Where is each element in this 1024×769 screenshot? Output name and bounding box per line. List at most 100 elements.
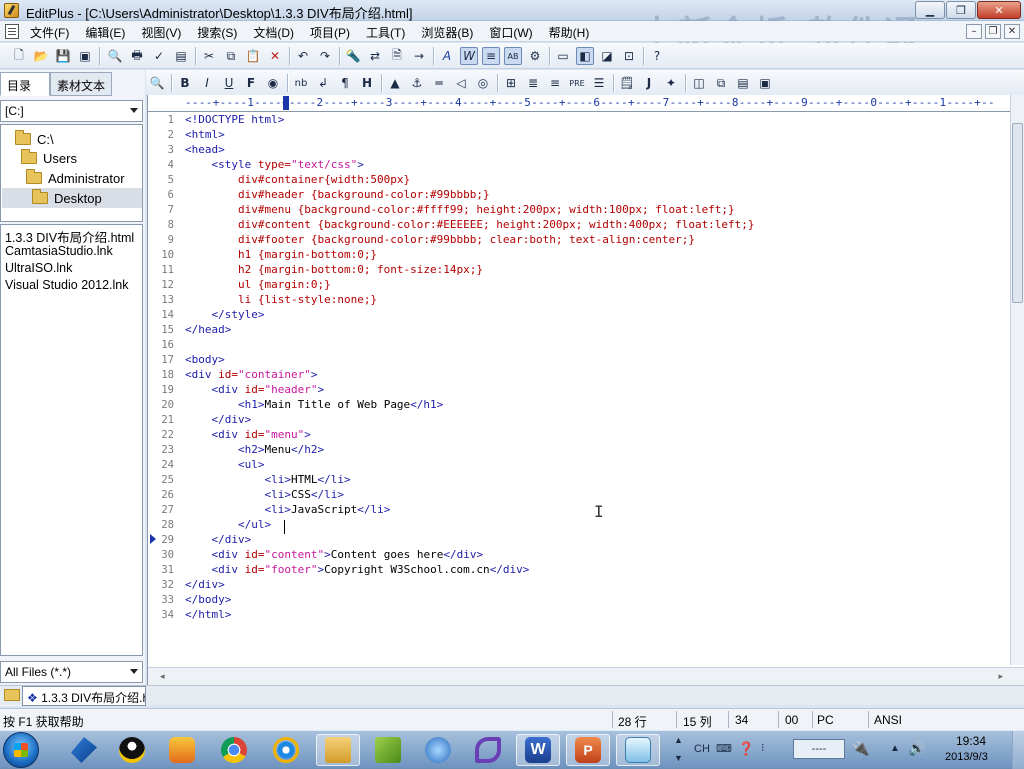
clock-time[interactable]: 19:34	[956, 734, 986, 748]
code-line[interactable]: div#header {background-color:#99bbbb;}	[185, 188, 490, 203]
menu-file[interactable]: 文件(F)	[22, 24, 77, 41]
code-line[interactable]: </style>	[185, 308, 265, 323]
code-line[interactable]: <li>HTML</li>	[185, 473, 350, 488]
folder-item-selected[interactable]: Desktop	[2, 188, 142, 208]
code-line[interactable]: h1 {margin-bottom:0;}	[185, 248, 377, 263]
delete-icon[interactable]: ✕	[266, 47, 284, 65]
open-folder-icon[interactable]: 📂	[32, 47, 50, 65]
pre-tag-icon[interactable]: PRE	[568, 74, 586, 92]
tray-down-icon[interactable]: ▼	[674, 753, 683, 763]
keyboard-icon[interactable]: ⌨	[716, 742, 732, 755]
menu-browser[interactable]: 浏览器(B)	[413, 24, 481, 41]
vertical-scrollbar[interactable]	[1010, 95, 1024, 665]
code-line[interactable]: <style type="text/css">	[185, 158, 364, 173]
html-preview-icon[interactable]: 🔍	[148, 74, 166, 92]
maximize-button[interactable]: ❐	[946, 1, 976, 19]
menu-project[interactable]: 项目(P)	[302, 24, 358, 41]
editplus-app-icon[interactable]	[4, 3, 19, 18]
drive-select[interactable]: [C:]	[0, 100, 143, 122]
form-icon[interactable]: 🗒	[618, 74, 636, 92]
doc-minimize-button[interactable]: –	[966, 24, 982, 39]
ruler-toggle-icon[interactable]: AB	[504, 47, 522, 65]
show-desktop-button[interactable]	[1012, 731, 1024, 769]
volume-icon[interactable]: 🔊	[908, 740, 925, 757]
doc-restore-button[interactable]: ❐	[985, 24, 1001, 39]
javascript-icon[interactable]: J	[640, 74, 658, 92]
menu-edit[interactable]: 编辑(E)	[77, 24, 133, 41]
help-icon[interactable]: ❓	[738, 741, 754, 757]
full-screen-icon[interactable]: ⊡	[620, 47, 638, 65]
code-line[interactable]: </div>	[185, 578, 225, 593]
code-line[interactable]: <head>	[185, 143, 225, 158]
code-line[interactable]: div#menu {background-color:#ffff99; heig…	[185, 203, 735, 218]
word-icon[interactable]: W	[516, 734, 560, 766]
align-center-icon[interactable]: ≣	[524, 74, 542, 92]
vertical-scroll-thumb[interactable]	[1012, 123, 1023, 303]
start-button[interactable]	[3, 732, 39, 768]
bold-icon[interactable]: B	[176, 74, 194, 92]
file-item[interactable]: Visual Studio 2012.lnk	[5, 278, 128, 295]
close-button[interactable]: ✕	[977, 1, 1021, 19]
status-encoding[interactable]: ANSI	[874, 713, 902, 727]
code-line[interactable]: </div>	[185, 413, 252, 428]
menu-search[interactable]: 搜索(S)	[189, 24, 245, 41]
tools-app-icon[interactable]	[366, 734, 410, 766]
code-line[interactable]: <h1>Main Title of Web Page</h1>	[185, 398, 443, 413]
cliptext-icon[interactable]: ▤	[172, 47, 190, 65]
code-line[interactable]: <!DOCTYPE html>	[185, 113, 284, 128]
word-wrap-icon[interactable]: W	[460, 47, 478, 65]
code-line[interactable]: div#container{width:500px}	[185, 173, 410, 188]
code-line[interactable]: </head>	[185, 323, 231, 338]
code-line[interactable]: <ul>	[185, 458, 265, 473]
code-line[interactable]: <div id="header">	[185, 383, 325, 398]
code-line[interactable]: li {list-style:none;}	[185, 293, 377, 308]
paragraph-icon[interactable]: ¶	[336, 74, 354, 92]
doc-close-button[interactable]: ✕	[1004, 24, 1020, 39]
folder-icon[interactable]	[4, 689, 20, 701]
menu-tools[interactable]: 工具(T)	[358, 24, 413, 41]
show-hidden-icons-icon[interactable]: ▲	[890, 743, 900, 754]
find-icon[interactable]: 🔦	[344, 47, 362, 65]
table-icon[interactable]: ⊞	[502, 74, 520, 92]
nbsp-icon[interactable]: nb	[292, 74, 310, 92]
goto-line-icon[interactable]: →	[410, 47, 428, 65]
special-char-icon[interactable]: ◎	[474, 74, 492, 92]
folder-item[interactable]: C:\	[15, 129, 54, 149]
color-icon[interactable]: ◉	[264, 74, 282, 92]
font-icon[interactable]: A	[438, 47, 456, 65]
minimize-button[interactable]: ▁	[915, 1, 945, 19]
tray-input-box[interactable]: ----	[793, 739, 845, 759]
clock-date[interactable]: 2013/9/3	[945, 751, 988, 763]
code-line[interactable]: </ul>	[185, 518, 271, 533]
tray-up-icon[interactable]: ▲	[674, 735, 683, 745]
comment-icon[interactable]: ◁	[452, 74, 470, 92]
power-plug-icon[interactable]: 🔌	[852, 740, 869, 757]
anchor-icon[interactable]: ⚓	[408, 74, 426, 92]
code-line[interactable]: </body>	[185, 593, 231, 608]
save-icon[interactable]: 💾	[54, 47, 72, 65]
line-break-icon[interactable]: ↲	[314, 74, 332, 92]
code-line[interactable]: <div id="footer">Copyright W3School.com.…	[185, 563, 530, 578]
language-indicator[interactable]: CH	[694, 743, 710, 755]
find-in-files-icon[interactable]: 🗎	[388, 47, 406, 65]
powerpoint-icon[interactable]: P	[566, 734, 610, 766]
menu-view[interactable]: 视图(V)	[133, 24, 189, 41]
copy-icon[interactable]: ⧉	[222, 47, 240, 65]
redo-icon[interactable]: ↷	[316, 47, 334, 65]
cut-icon[interactable]: ✂	[200, 47, 218, 65]
network-app-icon[interactable]	[416, 734, 460, 766]
file-filter-select[interactable]: All Files (*.*)	[0, 661, 143, 683]
settings-small-icon[interactable]: ⁝	[761, 741, 765, 754]
code-line[interactable]: <div id="content">Content goes here</div…	[185, 548, 484, 563]
qq-icon[interactable]	[110, 734, 154, 766]
frame-icon[interactable]: ◫	[690, 74, 708, 92]
code-line[interactable]: <li>CSS</li>	[185, 488, 344, 503]
tab-cliptext[interactable]: 素材文本	[50, 72, 112, 96]
spellcheck-icon[interactable]: ✓	[150, 47, 168, 65]
bird-app-icon[interactable]	[62, 734, 106, 766]
file-item[interactable]: UltraISO.lnk	[5, 261, 72, 278]
menu-window[interactable]: 窗口(W)	[481, 24, 540, 41]
tab-directory[interactable]: 目录	[0, 72, 50, 96]
code-line[interactable]: <h2>Menu</h2>	[185, 443, 324, 458]
code-line[interactable]: ul {margin:0;}	[185, 278, 331, 293]
